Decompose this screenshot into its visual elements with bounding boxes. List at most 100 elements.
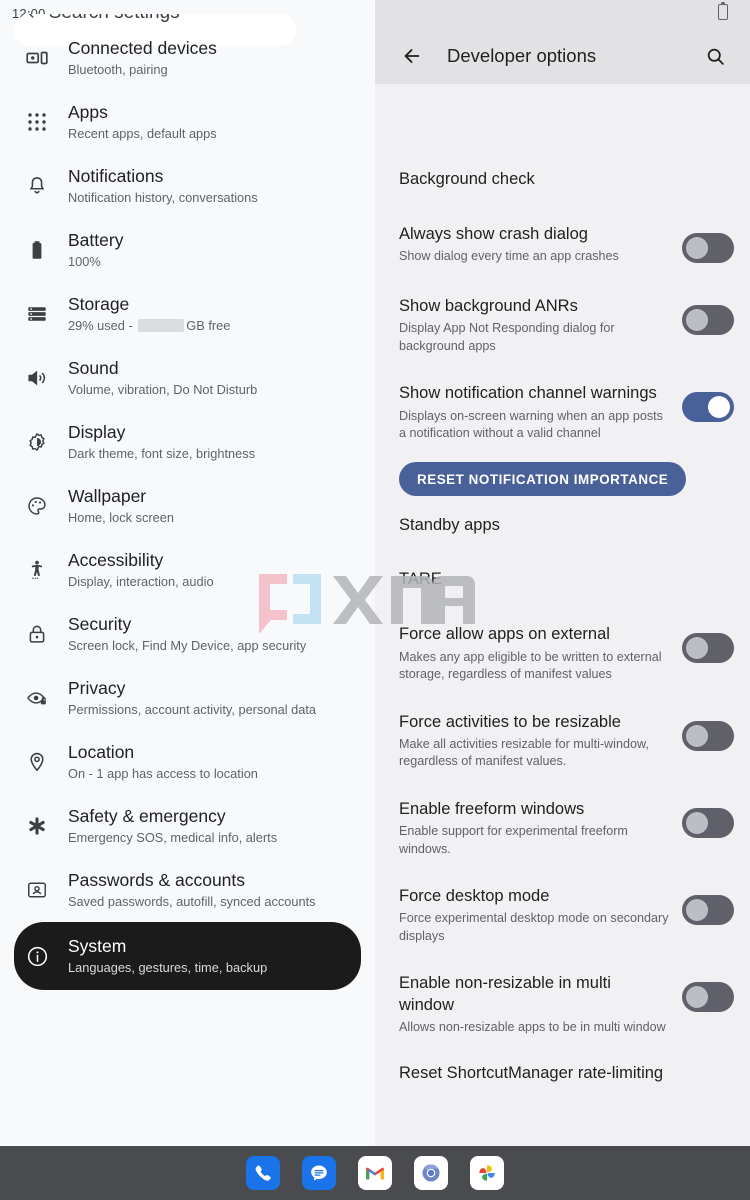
safety-asterisk-icon xyxy=(24,813,50,839)
row-title: Enable non-resizable in multi window xyxy=(399,974,611,1014)
row-text: Standby apps xyxy=(399,515,734,536)
sound-icon xyxy=(24,365,50,391)
row-force-desktop-mode[interactable]: Force desktop mode Force experimental de… xyxy=(375,872,750,959)
row-text: Force allow apps on external Makes any a… xyxy=(399,624,682,683)
row-show-notification-channel-warnings[interactable]: Show notification channel warnings Displ… xyxy=(375,369,750,456)
sidebar-item-text: Security Screen lock, Find My Device, ap… xyxy=(68,614,306,655)
search-icon[interactable] xyxy=(700,41,730,71)
sidebar-item-text: Safety & emergency Emergency SOS, medica… xyxy=(68,806,277,847)
sidebar-item-passwords-accounts[interactable]: Passwords & accounts Saved passwords, au… xyxy=(0,858,375,922)
back-arrow-icon[interactable] xyxy=(397,41,427,71)
sidebar-item-subtitle: Saved passwords, autofill, synced accoun… xyxy=(68,893,316,909)
wallpaper-palette-icon xyxy=(24,493,50,519)
storage-used-text: 29% used - xyxy=(68,317,137,333)
developer-options-panel: Developer options Use developer options … xyxy=(375,0,750,1146)
row-text: Force activities to be resizable Make al… xyxy=(399,712,682,771)
sidebar-item-subtitle: Emergency SOS, medical info, alerts xyxy=(68,829,278,845)
sidebar-item-subtitle: On - 1 app has access to location xyxy=(68,765,258,781)
sidebar-item-title: Location xyxy=(68,741,135,762)
row-reset-shortcutmanager-rate-limiting[interactable]: Reset ShortcutManager rate-limiting xyxy=(375,1050,750,1104)
toggle-knob xyxy=(708,396,730,419)
sidebar-item-accessibility[interactable]: Accessibility Display, interaction, audi… xyxy=(0,538,375,602)
row-force-allow-apps-on-external[interactable]: Force allow apps on external Makes any a… xyxy=(375,610,750,697)
sidebar-item-connected-devices[interactable]: Connected devices Bluetooth, pairing xyxy=(0,26,375,90)
sidebar-item-notifications[interactable]: Notifications Notification history, conv… xyxy=(0,154,375,218)
toggle-knob xyxy=(686,986,708,1009)
always-show-crash-dialog-toggle[interactable] xyxy=(682,233,734,263)
force-desktop-mode-toggle[interactable] xyxy=(682,894,734,925)
toggle-knob xyxy=(686,898,708,921)
row-subtitle: Force experimental desktop mode on secon… xyxy=(399,911,669,943)
row-subtitle: Enable support for experimental freeform… xyxy=(399,824,628,856)
sidebar-item-location[interactable]: Location On - 1 app has access to locati… xyxy=(0,730,375,794)
sidebar-item-title: System xyxy=(68,935,127,956)
show-notification-channel-warnings-toggle[interactable] xyxy=(682,392,734,423)
display-icon xyxy=(24,429,50,455)
sidebar-item-display[interactable]: Display Dark theme, font size, brightnes… xyxy=(0,410,375,474)
accessibility-icon xyxy=(24,557,50,583)
row-enable-freeform-windows[interactable]: Enable freeform windows Enable support f… xyxy=(375,785,750,872)
sidebar-item-wallpaper[interactable]: Wallpaper Home, lock screen xyxy=(0,474,375,538)
messages-app-icon[interactable] xyxy=(302,1156,336,1190)
enable-non-resizable-multi-window-toggle[interactable] xyxy=(682,982,734,1013)
row-toggle-wrap xyxy=(682,716,734,756)
reset-notification-importance-button[interactable]: RESET NOTIFICATION IMPORTANCE xyxy=(399,462,687,497)
sidebar-item-text: System Languages, gestures, time, backup xyxy=(68,936,267,977)
row-title: Background check xyxy=(399,170,535,188)
row-background-check[interactable]: Background check xyxy=(375,170,750,210)
page-title: Developer options xyxy=(447,45,597,66)
row-title: Show notification channel warnings xyxy=(399,384,657,403)
location-pin-icon xyxy=(24,749,50,775)
sidebar-item-title: Safety & emergency xyxy=(68,805,226,826)
row-text: Reset ShortcutManager rate-limiting xyxy=(399,1063,734,1084)
row-always-show-crash-dialog[interactable]: Always show crash dialog Show dialog eve… xyxy=(375,210,750,282)
sidebar-item-subtitle: Languages, gestures, time, backup xyxy=(68,959,268,975)
sidebar-item-title: Apps xyxy=(68,101,108,122)
sidebar-item-text: Battery 100% xyxy=(68,230,123,271)
sidebar-item-subtitle: 100% xyxy=(68,253,101,269)
sidebar-item-text: Wallpaper Home, lock screen xyxy=(68,486,174,527)
sidebar-item-text: Storage 29% used - GB free xyxy=(68,294,230,335)
chrome-app-icon[interactable] xyxy=(414,1156,448,1190)
storage-icon xyxy=(24,301,50,327)
settings-sidebar-panel: 12:00 ‹ Search settings Connected device xyxy=(0,0,375,1146)
toggle-knob xyxy=(686,811,708,834)
row-standby-apps[interactable]: Standby apps xyxy=(375,502,750,556)
storage-free-text: GB free xyxy=(186,317,231,333)
row-tare[interactable]: TARE xyxy=(375,556,750,610)
bell-icon xyxy=(24,173,50,199)
row-force-activities-resizable[interactable]: Force activities to be resizable Make al… xyxy=(375,698,750,785)
gmail-app-icon[interactable] xyxy=(358,1156,392,1190)
sidebar-item-apps[interactable]: Apps Recent apps, default apps xyxy=(0,90,375,154)
show-background-anrs-toggle[interactable] xyxy=(682,305,734,335)
sidebar-item-text: Accessibility Display, interaction, audi… xyxy=(68,550,214,591)
sidebar-item-storage[interactable]: Storage 29% used - GB free xyxy=(0,282,375,346)
sidebar-item-title: Display xyxy=(68,421,126,442)
row-text: Background check xyxy=(399,170,734,190)
back-chevron-icon[interactable]: ‹ xyxy=(28,14,35,23)
sidebar-item-safety-emergency[interactable]: Safety & emergency Emergency SOS, medica… xyxy=(0,794,375,858)
sidebar-item-sound[interactable]: Sound Volume, vibration, Do Not Disturb xyxy=(0,346,375,410)
sidebar-item-text: Connected devices Bluetooth, pairing xyxy=(68,38,217,79)
row-text: TARE xyxy=(399,569,734,590)
enable-freeform-windows-toggle[interactable] xyxy=(682,807,734,838)
force-allow-apps-on-external-toggle[interactable] xyxy=(682,633,734,664)
row-text: Show background ANRs Display App Not Res… xyxy=(399,296,682,355)
row-show-background-anrs[interactable]: Show background ANRs Display App Not Res… xyxy=(375,282,750,369)
info-circle-icon xyxy=(24,943,50,969)
right-status-bar xyxy=(375,0,750,28)
sidebar-item-title: Accessibility xyxy=(68,549,164,570)
toggle-knob xyxy=(686,237,708,259)
row-enable-non-resizable-multi-window[interactable]: Enable non-resizable in multi window All… xyxy=(375,959,750,1050)
force-activities-resizable-toggle[interactable] xyxy=(682,720,734,751)
row-subtitle: Makes any app eligible to be written to … xyxy=(399,649,662,682)
sidebar-item-battery[interactable]: Battery 100% xyxy=(0,218,375,282)
apps-grid-icon xyxy=(24,109,50,135)
sidebar-item-subtitle: 29% used - GB free xyxy=(68,318,230,335)
sidebar-item-security[interactable]: Security Screen lock, Find My Device, ap… xyxy=(0,602,375,666)
sidebar-item-privacy[interactable]: Privacy Permissions, account activity, p… xyxy=(0,666,375,730)
photos-app-icon[interactable] xyxy=(470,1156,504,1190)
sidebar-item-system[interactable]: System Languages, gestures, time, backup xyxy=(14,922,361,990)
row-toggle-wrap xyxy=(682,300,734,340)
phone-app-icon[interactable] xyxy=(246,1156,280,1190)
